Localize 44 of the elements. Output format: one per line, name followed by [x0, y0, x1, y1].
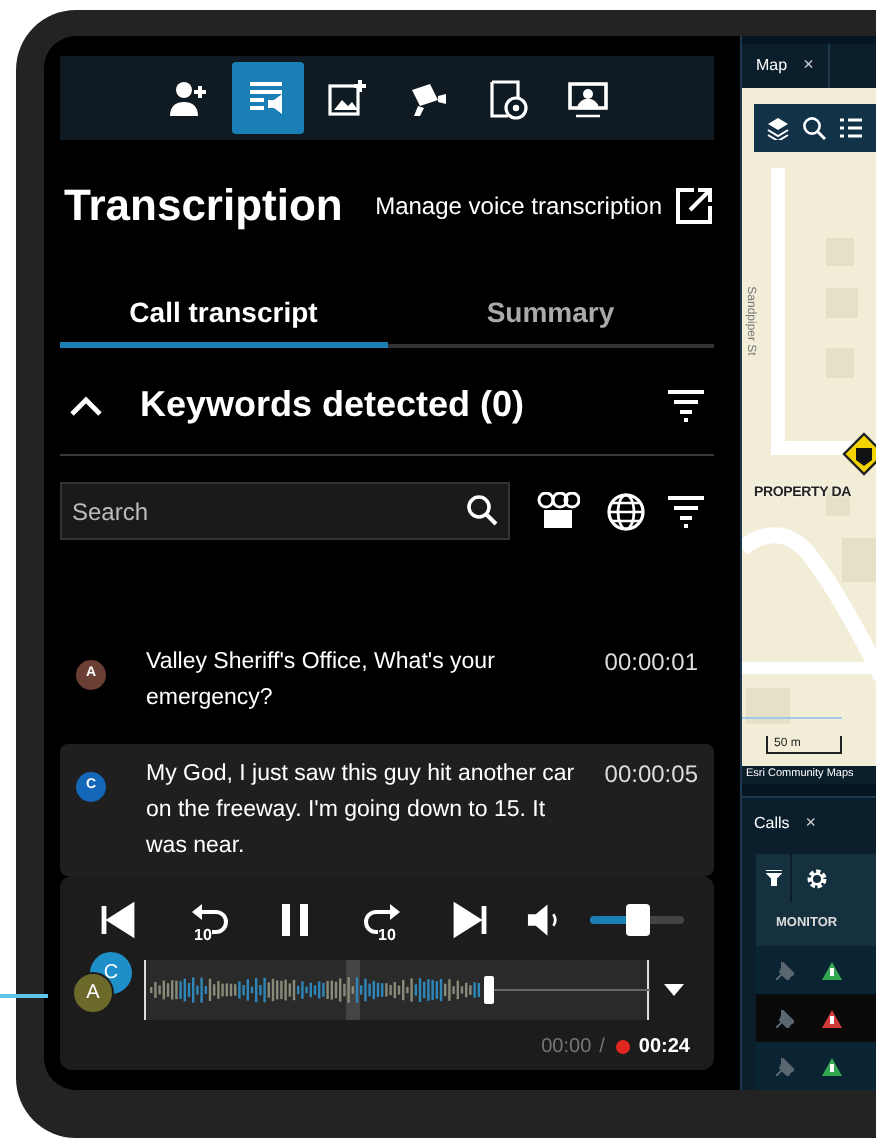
pin-icon[interactable]	[776, 961, 794, 979]
skip-back-icon[interactable]	[99, 899, 140, 941]
call-row[interactable]	[756, 1042, 876, 1090]
tab[interactable]: Call transcript	[60, 284, 387, 348]
total-time: 00:24	[638, 1034, 690, 1062]
close-icon[interactable]: ×	[805, 810, 817, 838]
search-icon[interactable]	[466, 494, 498, 526]
call-row[interactable]	[756, 946, 876, 994]
timestamp: 00:00:01	[604, 646, 698, 680]
filter-icon[interactable]	[666, 493, 706, 529]
panel-title: Transcription	[64, 184, 343, 228]
call-row[interactable]	[756, 994, 876, 1042]
playhead[interactable]	[484, 976, 495, 1004]
filter-icon[interactable]	[765, 870, 781, 886]
transcript-text: My God, I just saw this guy hit another car on the freeway. I'm going down to 15. It was near.	[146, 760, 577, 862]
incident-marker-icon[interactable]	[842, 432, 876, 476]
manage-transcription-link[interactable]: Manage voice transcription	[375, 186, 714, 226]
leader-line	[0, 994, 48, 998]
timestamp: 00:00:05	[604, 758, 698, 792]
add-image-icon[interactable]	[325, 77, 369, 119]
settings-icon[interactable]	[805, 867, 827, 889]
layers-icon[interactable]	[766, 116, 790, 140]
chevron-up-icon[interactable]	[68, 393, 104, 417]
film-projector-icon[interactable]	[536, 491, 580, 531]
search-icon[interactable]	[802, 116, 826, 140]
dropdown-caret-icon[interactable]	[664, 984, 684, 996]
monitor-person-icon[interactable]	[565, 77, 609, 119]
calls-tab[interactable]: Calls ×	[742, 802, 832, 846]
pin-icon[interactable]	[776, 1009, 794, 1027]
video-disc-icon[interactable]	[485, 77, 529, 119]
elapsed-time: 00:00	[541, 1034, 592, 1062]
close-icon[interactable]: ×	[803, 52, 814, 80]
search-field[interactable]: Search	[60, 482, 510, 540]
time-separator: /	[599, 1034, 605, 1062]
globe-icon[interactable]	[606, 491, 646, 531]
list-icon[interactable]	[838, 116, 862, 140]
volume-slider-thumb[interactable]	[625, 904, 650, 936]
pin-icon[interactable]	[776, 1057, 794, 1075]
add-person-icon[interactable]	[165, 77, 209, 119]
filter-icon[interactable]	[666, 387, 706, 423]
tab[interactable]: Summary	[387, 284, 714, 348]
transcript-text: Valley Sheriff's Office, What's your emergency?	[146, 648, 497, 714]
keywords-heading: Keywords detected (0)	[140, 382, 525, 428]
external-link-icon[interactable]	[674, 186, 714, 226]
